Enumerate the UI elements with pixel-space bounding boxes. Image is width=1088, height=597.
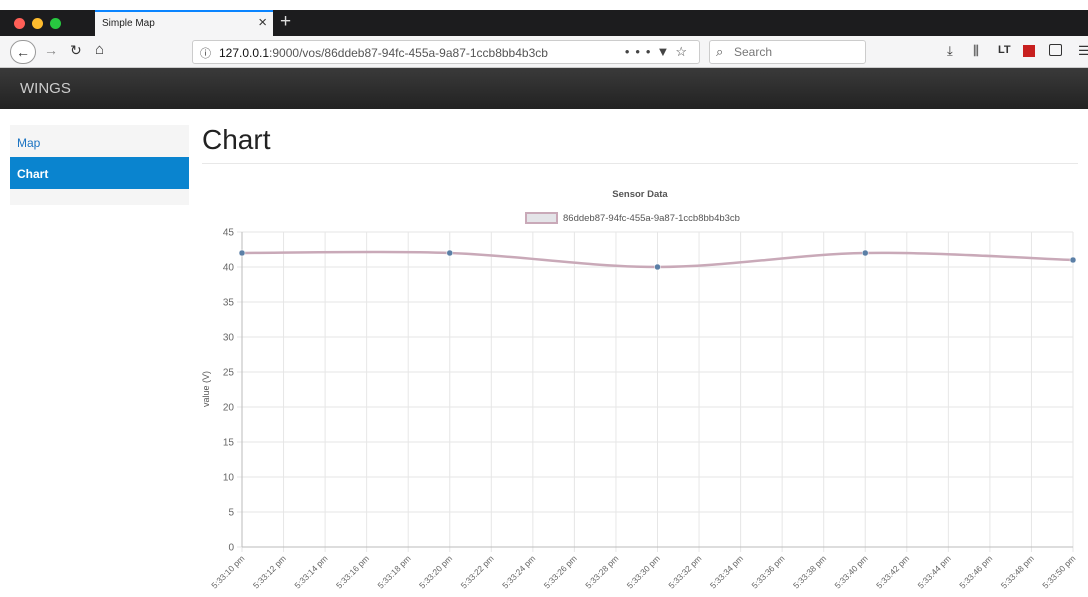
y-tick-label: 10 (223, 473, 235, 484)
x-tick-label: 5:33:46 pm (957, 553, 994, 590)
x-tick-label: 5:33:48 pm (999, 553, 1036, 590)
chart-grid (237, 231, 1074, 552)
y-axis-ticks: 0 5 10 15 20 25 30 35 40 45 (223, 228, 235, 554)
chart-title: Sensor Data (612, 189, 668, 200)
y-tick-label: 35 (223, 298, 235, 309)
x-tick-label: 5:33:42 pm (874, 553, 911, 590)
data-point (1069, 256, 1077, 264)
y-axis-label: value (V) (201, 371, 211, 407)
sensor-chart: Sensor Data 86ddeb87-94fc-455a-9a87-1ccb… (201, 189, 1077, 590)
data-point (238, 249, 246, 257)
y-tick-label: 25 (223, 368, 235, 379)
y-tick-label: 20 (223, 403, 235, 414)
data-point (862, 249, 869, 257)
x-tick-label: 5:33:16 pm (334, 553, 371, 590)
y-tick-label: 0 (228, 543, 234, 554)
x-axis-ticks: 5:33:10 pm 5:33:12 pm 5:33:14 pm 5:33:16 pm… (209, 553, 1077, 590)
y-tick-label: 45 (223, 228, 235, 239)
legend-swatch (525, 212, 558, 224)
x-tick-label: 5:33:40 pm (833, 553, 870, 590)
legend-label: 86ddeb87-94fc-455a-9a87-1ccb8bb4b3cb (563, 213, 740, 224)
x-tick-label: 5:33:24 pm (500, 553, 537, 590)
x-tick-label: 5:33:14 pm (292, 553, 329, 590)
data-point (654, 263, 661, 271)
x-tick-label: 5:33:50 pm (1040, 553, 1077, 590)
x-tick-label: 5:33:18 pm (375, 553, 412, 590)
y-tick-label: 15 (223, 438, 235, 449)
x-tick-label: 5:33:12 pm (251, 553, 288, 590)
x-tick-label: 5:33:30 pm (625, 553, 662, 590)
x-tick-label: 5:33:26 pm (542, 553, 579, 590)
y-tick-label: 30 (223, 333, 235, 344)
x-tick-label: 5:33:20 pm (417, 553, 454, 590)
x-tick-label: 5:33:10 pm (209, 553, 246, 590)
x-tick-label: 5:33:22 pm (459, 553, 496, 590)
x-tick-label: 5:33:38 pm (791, 553, 828, 590)
x-tick-label: 5:33:36 pm (749, 553, 786, 590)
x-tick-label: 5:33:32 pm (666, 553, 703, 590)
y-tick-label: 5 (228, 508, 234, 519)
x-tick-label: 5:33:34 pm (708, 553, 745, 590)
x-tick-label: 5:33:28 pm (583, 553, 620, 590)
x-tick-label: 5:33:44 pm (916, 553, 953, 590)
y-tick-label: 40 (223, 263, 235, 274)
browser-window: Simple Map × + ← → ↻ ⌂ ⓘ 127.0.0.1:9000/… (0, 0, 1088, 597)
data-point (446, 249, 453, 257)
